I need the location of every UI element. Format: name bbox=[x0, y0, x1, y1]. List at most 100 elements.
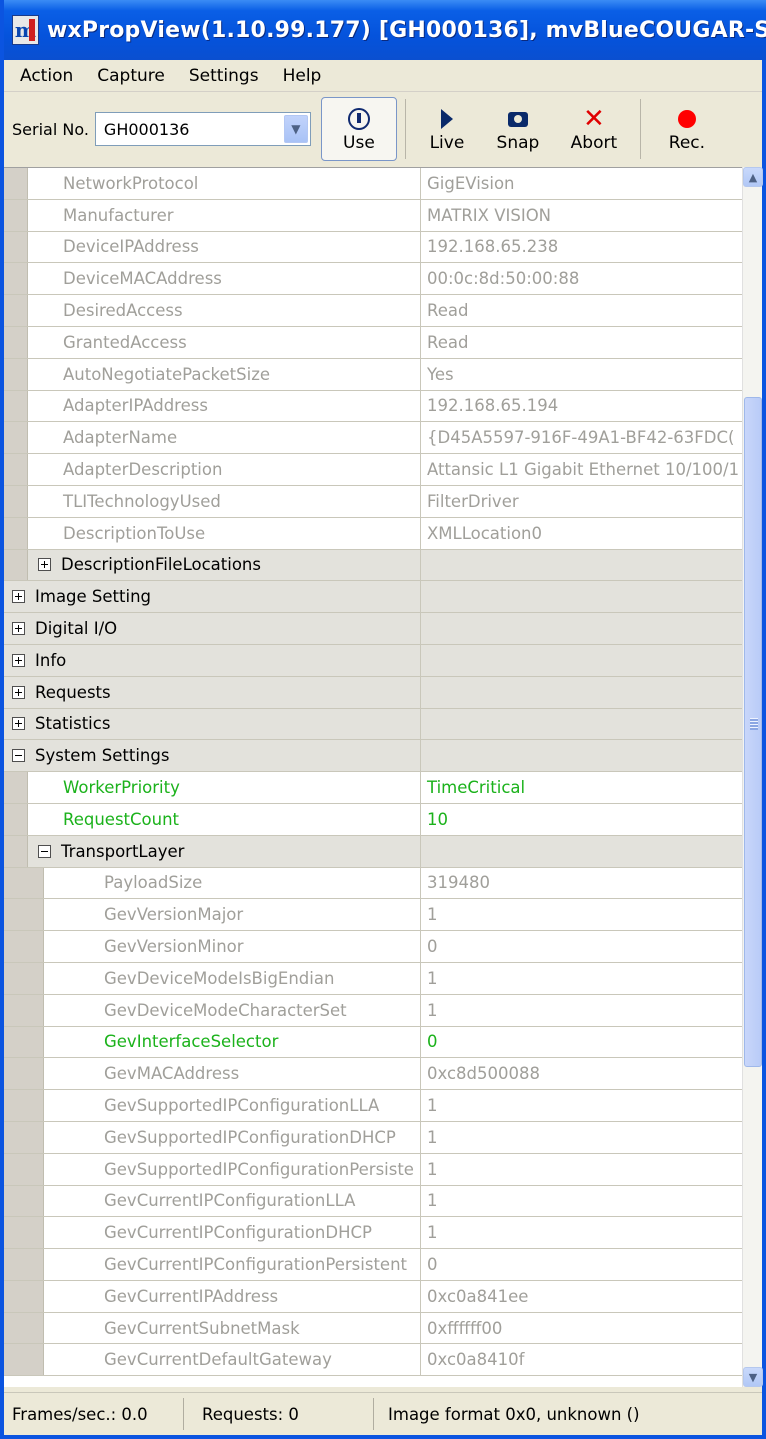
expand-plus-icon[interactable] bbox=[12, 590, 25, 604]
property-row[interactable]: DesiredAccess Read bbox=[4, 295, 742, 327]
status-image-format: Image format 0x0, unknown () bbox=[388, 1404, 640, 1424]
property-row[interactable]: RequestCount 10 bbox=[4, 803, 742, 836]
property-row[interactable]: NetworkProtocol GigEVision bbox=[4, 168, 742, 200]
app-icon[interactable]: m bbox=[12, 15, 39, 45]
property-row[interactable]: GevMACAddress 0xc8d500088 bbox=[4, 1058, 742, 1091]
scrollbar-thumb[interactable] bbox=[744, 397, 762, 1067]
property-name[interactable]: System Settings bbox=[4, 740, 421, 772]
vertical-scrollbar[interactable]: ▲ ▼ bbox=[742, 167, 763, 1387]
property-name-text: GevCurrentIPAddress bbox=[104, 1286, 279, 1306]
property-name[interactable]: Info bbox=[4, 644, 421, 676]
toolbar-separator bbox=[404, 99, 406, 159]
property-group-row[interactable]: Digital I/O bbox=[4, 613, 742, 645]
property-group-row[interactable]: Statistics bbox=[4, 708, 742, 741]
property-row[interactable]: DeviceIPAddress 192.168.65.238 bbox=[4, 231, 742, 264]
property-row[interactable]: PayloadSize 319480 bbox=[4, 867, 742, 900]
property-value: 1 bbox=[427, 968, 438, 988]
property-row[interactable]: GevSupportedIPConfigurationPersiste 1 bbox=[4, 1153, 742, 1186]
property-row[interactable]: AdapterIPAddress 192.168.65.194 bbox=[4, 390, 742, 423]
property-row[interactable]: GevVersionMajor 1 bbox=[4, 899, 742, 932]
property-name: DeviceIPAddress bbox=[28, 231, 421, 263]
property-value[interactable]: 10 bbox=[421, 804, 742, 835]
property-row[interactable]: AutoNegotiatePacketSize Yes bbox=[4, 358, 742, 391]
live-button[interactable]: Live bbox=[414, 97, 480, 161]
property-row[interactable]: GevCurrentDefaultGateway 0xc0a8410f bbox=[4, 1344, 742, 1377]
property-group-row[interactable]: TransportLayer bbox=[4, 835, 742, 868]
property-name-text: GrantedAccess bbox=[63, 332, 187, 352]
property-row[interactable]: GrantedAccess Read bbox=[4, 326, 742, 359]
rec-button[interactable]: Rec. bbox=[649, 97, 725, 161]
property-value[interactable]: 0 bbox=[421, 1027, 742, 1058]
collapse-minus-icon[interactable] bbox=[12, 749, 25, 763]
property-name[interactable]: Statistics bbox=[4, 708, 421, 740]
menu-action[interactable]: Action bbox=[4, 66, 85, 86]
expand-plus-icon[interactable] bbox=[12, 653, 25, 667]
title-bar[interactable]: m wxPropView(1.10.99.177) [GH000136], mv… bbox=[4, 0, 766, 60]
property-value[interactable]: TimeCritical bbox=[421, 772, 742, 803]
row-indent bbox=[4, 1312, 44, 1344]
property-name-text: AdapterIPAddress bbox=[63, 396, 208, 416]
row-indent bbox=[4, 1090, 44, 1121]
property-row[interactable]: Manufacturer MATRIX VISION bbox=[4, 199, 742, 232]
serial-value: GH000136 bbox=[103, 119, 190, 139]
property-name: GevVersionMinor bbox=[44, 931, 421, 962]
property-name-text: GevSupportedIPConfigurationPersiste bbox=[104, 1159, 414, 1179]
chevron-down-icon[interactable]: ▼ bbox=[283, 115, 308, 143]
property-name[interactable]: TransportLayer bbox=[28, 835, 421, 867]
property-group-row[interactable]: DescriptionFileLocations bbox=[4, 549, 742, 582]
property-row[interactable]: DeviceMACAddress 00:0c:8d:50:00:88 bbox=[4, 263, 742, 296]
menu-settings[interactable]: Settings bbox=[177, 66, 271, 86]
property-value bbox=[421, 549, 742, 581]
expand-plus-icon[interactable] bbox=[12, 622, 25, 636]
property-row[interactable]: GevVersionMinor 0 bbox=[4, 931, 742, 963]
scroll-down-icon[interactable]: ▼ bbox=[743, 1367, 763, 1387]
property-name[interactable]: Image Setting bbox=[4, 581, 421, 613]
row-indent bbox=[4, 1280, 44, 1312]
property-row[interactable]: GevSupportedIPConfigurationDHCP 1 bbox=[4, 1121, 742, 1154]
row-indent bbox=[4, 899, 44, 931]
property-value: 319480 bbox=[427, 873, 490, 893]
property-name-text: GevDeviceModeIsBigEndian bbox=[104, 968, 335, 988]
property-group-row[interactable]: Requests bbox=[4, 676, 742, 709]
property-row[interactable]: GevCurrentSubnetMask 0xffffff00 bbox=[4, 1312, 742, 1345]
snap-button[interactable]: Snap bbox=[480, 97, 556, 161]
property-row[interactable]: GevSupportedIPConfigurationLLA 1 bbox=[4, 1090, 742, 1122]
property-row[interactable]: AdapterName {D45A5597-916F-49A1-BF42-63FD… bbox=[4, 422, 742, 455]
property-group-row[interactable]: Image Setting bbox=[4, 581, 742, 614]
property-name[interactable]: Requests bbox=[4, 676, 421, 708]
row-indent bbox=[4, 803, 28, 835]
property-row[interactable]: GevCurrentIPConfigurationPersistent 0 bbox=[4, 1249, 742, 1281]
expand-plus-icon[interactable] bbox=[12, 717, 25, 731]
property-group-row[interactable]: Info bbox=[4, 644, 742, 677]
property-row[interactable]: DescriptionToUse XMLLocation0 bbox=[4, 517, 742, 550]
abort-button[interactable]: ✕ Abort bbox=[556, 97, 632, 161]
property-name[interactable]: Digital I/O bbox=[4, 613, 421, 644]
expand-plus-icon[interactable] bbox=[38, 558, 51, 572]
use-button[interactable]: Use bbox=[320, 97, 397, 161]
property-row[interactable]: GevCurrentIPConfigurationLLA 1 bbox=[4, 1185, 742, 1218]
property-row[interactable]: GevCurrentIPConfigurationDHCP 1 bbox=[4, 1217, 742, 1250]
menu-capture[interactable]: Capture bbox=[85, 66, 177, 86]
menu-help[interactable]: Help bbox=[271, 66, 334, 86]
property-row[interactable]: TLITechnologyUsed FilterDriver bbox=[4, 485, 742, 518]
property-row[interactable]: GevDeviceModeCharacterSet 1 bbox=[4, 994, 742, 1027]
window-title: wxPropView(1.10.99.177) [GH000136], mvBl… bbox=[46, 17, 766, 43]
property-name: GevCurrentIPConfigurationLLA bbox=[44, 1185, 421, 1217]
property-row[interactable]: GevDeviceModeIsBigEndian 1 bbox=[4, 962, 742, 995]
property-name[interactable]: DescriptionFileLocations bbox=[28, 549, 421, 581]
property-name-text: GevCurrentIPConfigurationDHCP bbox=[104, 1223, 372, 1243]
property-row[interactable]: AdapterDescription Attansic L1 Gigabit Et… bbox=[4, 454, 742, 486]
property-row[interactable]: GevInterfaceSelector 0 bbox=[4, 1026, 742, 1059]
serial-select[interactable]: GH000136 ▼ bbox=[94, 112, 311, 146]
property-value: 192.168.65.194 bbox=[427, 396, 559, 416]
property-group-row[interactable]: System Settings bbox=[4, 740, 742, 773]
property-row[interactable]: GevCurrentIPAddress 0xc0a841ee bbox=[4, 1280, 742, 1313]
scroll-up-icon[interactable]: ▲ bbox=[743, 167, 763, 187]
expand-plus-icon[interactable] bbox=[12, 685, 25, 699]
property-row[interactable]: WorkerPriority TimeCritical bbox=[4, 772, 742, 804]
row-indent bbox=[4, 931, 44, 962]
property-name-text: GevVersionMajor bbox=[104, 905, 244, 925]
collapse-minus-icon[interactable] bbox=[38, 844, 51, 858]
property-name: GrantedAccess bbox=[28, 326, 421, 358]
x-icon: ✕ bbox=[583, 104, 605, 134]
